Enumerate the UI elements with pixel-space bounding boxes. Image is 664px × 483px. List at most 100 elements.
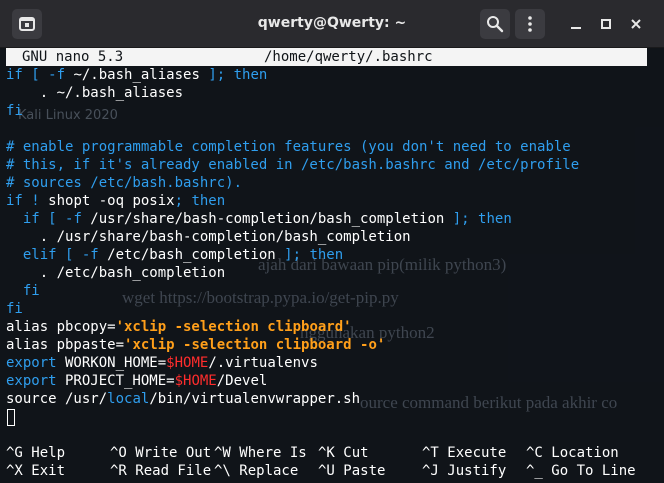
code-line: . /usr/share/bash-completion/bash_comple… <box>6 228 411 246</box>
minimize-icon <box>571 27 581 29</box>
shortcut-key: ^_ <box>526 463 543 479</box>
shortcut-item[interactable]: ^K Cut <box>318 444 369 462</box>
code-token: /Devel <box>216 373 268 389</box>
code-token: 'xclip -selection clipboard -o' <box>124 337 386 353</box>
shortcut-label: Write Out <box>126 445 212 461</box>
scrollbar[interactable] <box>651 48 661 468</box>
code-token: export <box>6 355 57 371</box>
code-token: alias pbpaste= <box>6 337 125 353</box>
code-line: fi <box>6 282 40 300</box>
code-line: alias pbcopy='xclip -selection clipboard… <box>6 318 352 336</box>
shortcut-label: Execute <box>438 445 507 461</box>
shortcut-label: Where Is <box>230 445 307 461</box>
text-cursor <box>7 409 15 426</box>
code-token: 'xclip -selection clipboard' <box>115 319 352 335</box>
terminal-area[interactable]: Kali Linux 2020 ajah dari bawaan pip(mil… <box>0 48 664 483</box>
shortcut-key: ^R <box>110 463 127 479</box>
window-titlebar: qwerty@Qwerty: ~ <box>0 0 664 48</box>
code-token: /usr/share/bash-completion/bash_completi… <box>81 211 453 227</box>
code-token: local <box>107 391 150 407</box>
minimize-button[interactable] <box>566 14 586 34</box>
shortcut-item[interactable]: ^X Exit <box>6 462 65 480</box>
code-line: . /etc/bash_completion <box>6 264 225 282</box>
shortcut-label: Location <box>542 445 619 461</box>
code-token: elif [ <box>6 247 82 263</box>
shortcut-item[interactable]: ^U Paste <box>318 462 385 480</box>
code-line: elif [ -f /etc/bash_completion ]; then <box>6 246 343 264</box>
nano-version: GNU nano 5.3 <box>22 49 124 65</box>
shortcut-item[interactable]: ^_ Go To Line <box>526 462 636 480</box>
code-token: /.virtualenvs <box>208 355 318 371</box>
shortcut-item[interactable]: ^C Location <box>526 444 619 462</box>
shortcut-label: Read File <box>126 463 212 479</box>
search-icon <box>487 16 504 33</box>
code-token: /bin/virtualenvwrapper.sh <box>149 391 361 407</box>
code-line: export PROJECT_HOME=$HOME/Devel <box>6 372 267 390</box>
maximize-button[interactable] <box>596 14 616 34</box>
shortcut-key: ^U <box>318 463 335 479</box>
code-token: # this, if it's already enabled in /etc/… <box>6 157 580 173</box>
code-token: $HOME <box>174 373 217 389</box>
code-line: if [ -f /usr/share/bash-completion/bash_… <box>6 210 512 228</box>
shortcut-label: Replace <box>230 463 299 479</box>
code-token: # sources /etc/bash.bashrc). <box>6 175 243 191</box>
code-token: shopt -oq posix <box>48 193 175 209</box>
code-line: fi <box>6 300 23 318</box>
shortcut-key: ^X <box>6 463 23 479</box>
maximize-icon <box>601 19 611 29</box>
code-token: export <box>6 373 57 389</box>
kebab-menu-icon <box>528 16 532 32</box>
shortcut-key: ^K <box>318 445 335 461</box>
shortcut-label: Justify <box>438 463 507 479</box>
close-icon <box>631 19 641 29</box>
shortcut-item[interactable]: ^O Write Out <box>110 444 211 462</box>
code-line: # this, if it's already enabled in /etc/… <box>6 156 579 174</box>
shortcut-key: ^\ <box>214 463 231 479</box>
shortcut-key: ^O <box>110 445 127 461</box>
code-token: ~/.bash_aliases <box>65 67 209 83</box>
shortcut-key: ^J <box>422 463 439 479</box>
shortcut-item[interactable]: ^R Read File <box>110 462 211 480</box>
shortcut-item[interactable]: ^G Help <box>6 444 65 462</box>
code-token: source /usr/ <box>6 391 108 407</box>
search-button[interactable] <box>480 9 510 39</box>
shortcut-label: Exit <box>22 463 66 479</box>
code-line: if ! shopt -oq posix; then <box>6 192 225 210</box>
shortcut-key: ^T <box>422 445 439 461</box>
code-line: # enable programmable completion feature… <box>6 138 571 156</box>
shortcut-item[interactable]: ^T Execute <box>422 444 506 462</box>
code-token: /etc/bash_completion <box>98 247 285 263</box>
code-token: -f <box>48 67 66 83</box>
shortcut-label: Help <box>22 445 66 461</box>
shortcut-label: Go To Line <box>542 463 636 479</box>
background-doc-line: ource command berikut pada akhir co <box>360 393 618 412</box>
code-token: if [ <box>6 67 49 83</box>
shortcut-key: ^C <box>526 445 543 461</box>
code-token: ]; then <box>208 67 268 83</box>
shortcut-item[interactable]: ^W Where Is <box>214 444 307 462</box>
code-line: source /usr/local/bin/virtualenvwrapper.… <box>6 390 360 408</box>
code-token: alias pbcopy= <box>6 319 116 335</box>
code-token: . /etc/bash_completion <box>6 265 226 281</box>
code-token: if ! <box>6 193 49 209</box>
code-token: . /usr/share/bash-completion/bash_comple… <box>6 229 411 245</box>
close-button[interactable] <box>626 14 646 34</box>
menu-button[interactable] <box>515 9 545 39</box>
background-doc-line: wget https://bootstrap.pypa.io/get-pip.p… <box>122 288 399 307</box>
code-token: fi <box>6 283 40 299</box>
code-token: $HOME <box>166 355 209 371</box>
code-token: ]; then <box>284 247 344 263</box>
code-token: -f <box>65 211 82 227</box>
code-line: # sources /etc/bash.bashrc). <box>6 174 242 192</box>
code-token: WORKON_HOME= <box>56 355 167 371</box>
shortcut-item[interactable]: ^\ Replace <box>214 462 298 480</box>
code-token: ; then <box>174 193 226 209</box>
desktop-watermark: Kali Linux 2020 <box>18 108 118 123</box>
code-line: . ~/.bash_aliases <box>6 84 183 102</box>
shortcut-item[interactable]: ^J Justify <box>422 462 506 480</box>
code-token: ]; then <box>452 211 512 227</box>
shortcut-key: ^G <box>6 445 23 461</box>
code-token: # enable programmable completion feature… <box>6 139 571 155</box>
code-line: if [ -f ~/.bash_aliases ]; then <box>6 66 267 84</box>
code-line: fi <box>6 102 23 120</box>
